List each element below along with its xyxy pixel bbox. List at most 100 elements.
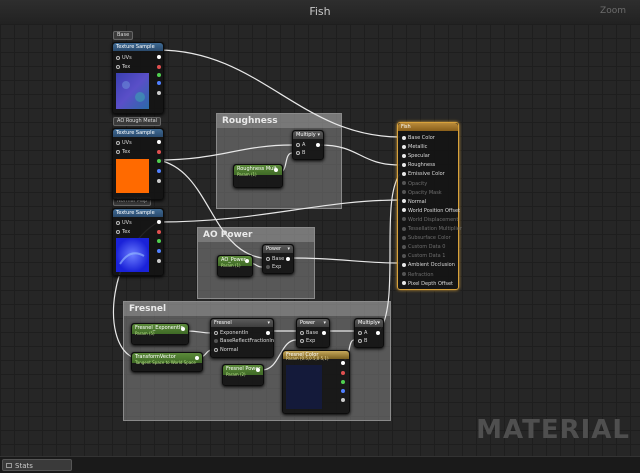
zoom-level: Zoom — [600, 6, 626, 16]
pin-tex[interactable]: Tex — [116, 64, 130, 70]
material-input-2[interactable]: Specular — [402, 153, 430, 159]
material-input-label: World Displacement — [408, 216, 459, 223]
material-input-label: Opacity Mask — [408, 189, 442, 196]
input-pin-icon — [402, 199, 406, 204]
pin-basereflectfractionin[interactable]: BaseReflectFractionIn — [214, 338, 274, 344]
power-node-title: Power ▾ — [263, 245, 293, 253]
pin-base-2[interactable]: Base — [300, 330, 318, 336]
chevron-down-icon: ▾ — [317, 132, 320, 138]
pin-b[interactable]: B — [296, 150, 305, 156]
input-pin-icon — [402, 244, 406, 249]
material-input-label: Pixel Depth Offset — [408, 280, 453, 287]
input-pin-icon — [402, 217, 406, 222]
pin-exp-2[interactable]: Exp — [300, 338, 315, 344]
ao-power-param[interactable]: AO_Power Param (1) — [217, 255, 253, 277]
material-input-label: Refraction — [408, 271, 434, 278]
material-input-9[interactable]: World Displacement — [402, 217, 458, 223]
input-pin-icon — [402, 190, 406, 195]
material-input-label: Custom Data 1 — [408, 253, 446, 260]
comment-ao-power[interactable]: AO Power — [197, 227, 315, 299]
multiply-node-title: Multiply ▾ — [293, 131, 323, 139]
fresnel-power-param[interactable]: Fresnel Power Param (2) — [222, 364, 264, 386]
material-output-title: Fish — [398, 123, 458, 131]
material-input-label: Normal — [408, 198, 427, 205]
fresnel-node[interactable]: Fresnel ▾ ExponentIn BaseReflectFractionI… — [210, 318, 274, 358]
material-input-label: Base Color — [408, 135, 435, 141]
multiply-node-fresnel[interactable]: Multiply ▾ A B — [354, 318, 384, 348]
material-input-label: Specular — [408, 153, 430, 160]
material-input-label: Subsurface Color — [408, 235, 451, 242]
pin-uvs-2[interactable]: UVs — [116, 140, 132, 146]
label-base[interactable]: Base — [113, 31, 134, 40]
roughness-mult-param[interactable]: Roughness Mult Param (1) — [233, 164, 283, 188]
fresnel-color-param[interactable]: Fresnel Color Param (0.5,0.5,0.5,1) — [282, 350, 350, 414]
chevron-down-icon: ▾ — [267, 320, 270, 326]
material-input-label: World Position Offset — [408, 207, 460, 214]
label-ao-rough-metal[interactable]: AO Rough Metal — [113, 117, 162, 126]
texture-sample-base[interactable]: Texture Sample UVs Tex — [112, 42, 164, 114]
stats-icon — [6, 463, 12, 468]
material-input-label: Roughness — [408, 162, 436, 169]
multiply-node-roughness[interactable]: Multiply ▾ A B — [292, 130, 324, 160]
pin-uvs-3[interactable]: UVs — [116, 220, 132, 226]
power-node-fresnel[interactable]: Power ▾ Base Exp — [296, 318, 330, 348]
material-input-6[interactable]: Opacity Mask — [402, 190, 442, 196]
texture-preview-normal — [116, 238, 149, 272]
pin-a-2[interactable]: A — [358, 330, 367, 336]
pin-uvs[interactable]: UVs — [116, 55, 132, 61]
material-output-node[interactable]: Fish Base Color Metallic Specular Roughness… — [397, 122, 462, 290]
transform-vector-node[interactable]: TransformVector Tangent Space to World S… — [131, 352, 203, 372]
material-input-15[interactable]: Refraction — [402, 272, 434, 278]
fresnel-exponentin-param[interactable]: Fresnel_ExponentIn Param (5) — [131, 323, 189, 345]
pin-exp[interactable]: Exp — [266, 264, 281, 270]
material-input-16[interactable]: Pixel Depth Offset — [402, 281, 453, 287]
multiply-node-fresnel-title: Multiply ▾ — [355, 319, 383, 327]
input-pin-icon — [402, 281, 406, 286]
material-input-label: Custom Data 0 — [408, 244, 446, 251]
pin-b-2[interactable]: B — [358, 338, 367, 344]
chevron-down-icon: ▾ — [377, 320, 380, 326]
texture-sample-arm-title: Texture Sample — [113, 129, 163, 137]
chevron-down-icon: ▾ — [287, 246, 290, 252]
stats-tab-label: Stats — [15, 462, 33, 470]
comment-roughness[interactable]: Roughness — [216, 113, 342, 209]
fresnel-node-title: Fresnel ▾ — [211, 319, 273, 327]
material-input-11[interactable]: Subsurface Color — [402, 235, 451, 241]
material-input-8[interactable]: World Position Offset — [402, 208, 460, 214]
pin-tex-3[interactable]: Tex — [116, 229, 130, 235]
input-pin-icon — [402, 144, 406, 149]
stats-tab[interactable]: Stats — [2, 459, 72, 471]
power-node-fresnel-title: Power ▾ — [297, 319, 329, 327]
pin-tex-2[interactable]: Tex — [116, 149, 130, 155]
input-pin-icon — [402, 162, 406, 167]
texture-preview-base — [116, 73, 149, 109]
material-input-13[interactable]: Custom Data 1 — [402, 253, 445, 259]
texture-sample-normal-map[interactable]: Texture Sample UVs Tex — [112, 208, 164, 276]
material-input-10[interactable]: Tessellation Multiplier — [402, 226, 462, 232]
material-input-3[interactable]: Roughness — [402, 162, 435, 168]
pin-base[interactable]: Base — [266, 256, 284, 262]
input-pin-icon — [402, 153, 406, 158]
texture-sample-base-title: Texture Sample — [113, 43, 163, 51]
input-pin-icon — [402, 171, 406, 176]
material-input-0[interactable]: Base Color — [402, 135, 435, 141]
material-input-14[interactable]: Ambient Occlusion — [402, 262, 455, 268]
pin-exponentin[interactable]: ExponentIn — [214, 330, 248, 336]
material-input-4[interactable]: Emissive Color — [402, 171, 445, 177]
ao-power-value: Param (1) — [221, 263, 241, 268]
input-pin-icon — [402, 262, 406, 267]
fresnel-color-value: Param (0.5,0.5,0.5,1) — [286, 356, 329, 361]
pin-a[interactable]: A — [296, 142, 305, 148]
power-node-ao[interactable]: Power ▾ Base Exp — [262, 244, 294, 274]
input-pin-icon — [402, 235, 406, 240]
texture-sample-ao-rough-metal[interactable]: Texture Sample UVs Tex — [112, 128, 164, 200]
material-input-7[interactable]: Normal — [402, 199, 426, 205]
fresnel-color-swatch — [286, 365, 322, 409]
pin-normal[interactable]: Normal — [214, 347, 238, 353]
material-input-1[interactable]: Metallic — [402, 144, 427, 150]
material-input-5[interactable]: Opacity — [402, 181, 427, 187]
input-pin-icon — [402, 226, 406, 231]
material-watermark: MATERIAL — [476, 415, 630, 445]
material-input-12[interactable]: Custom Data 0 — [402, 244, 445, 250]
input-pin-icon — [402, 181, 406, 185]
